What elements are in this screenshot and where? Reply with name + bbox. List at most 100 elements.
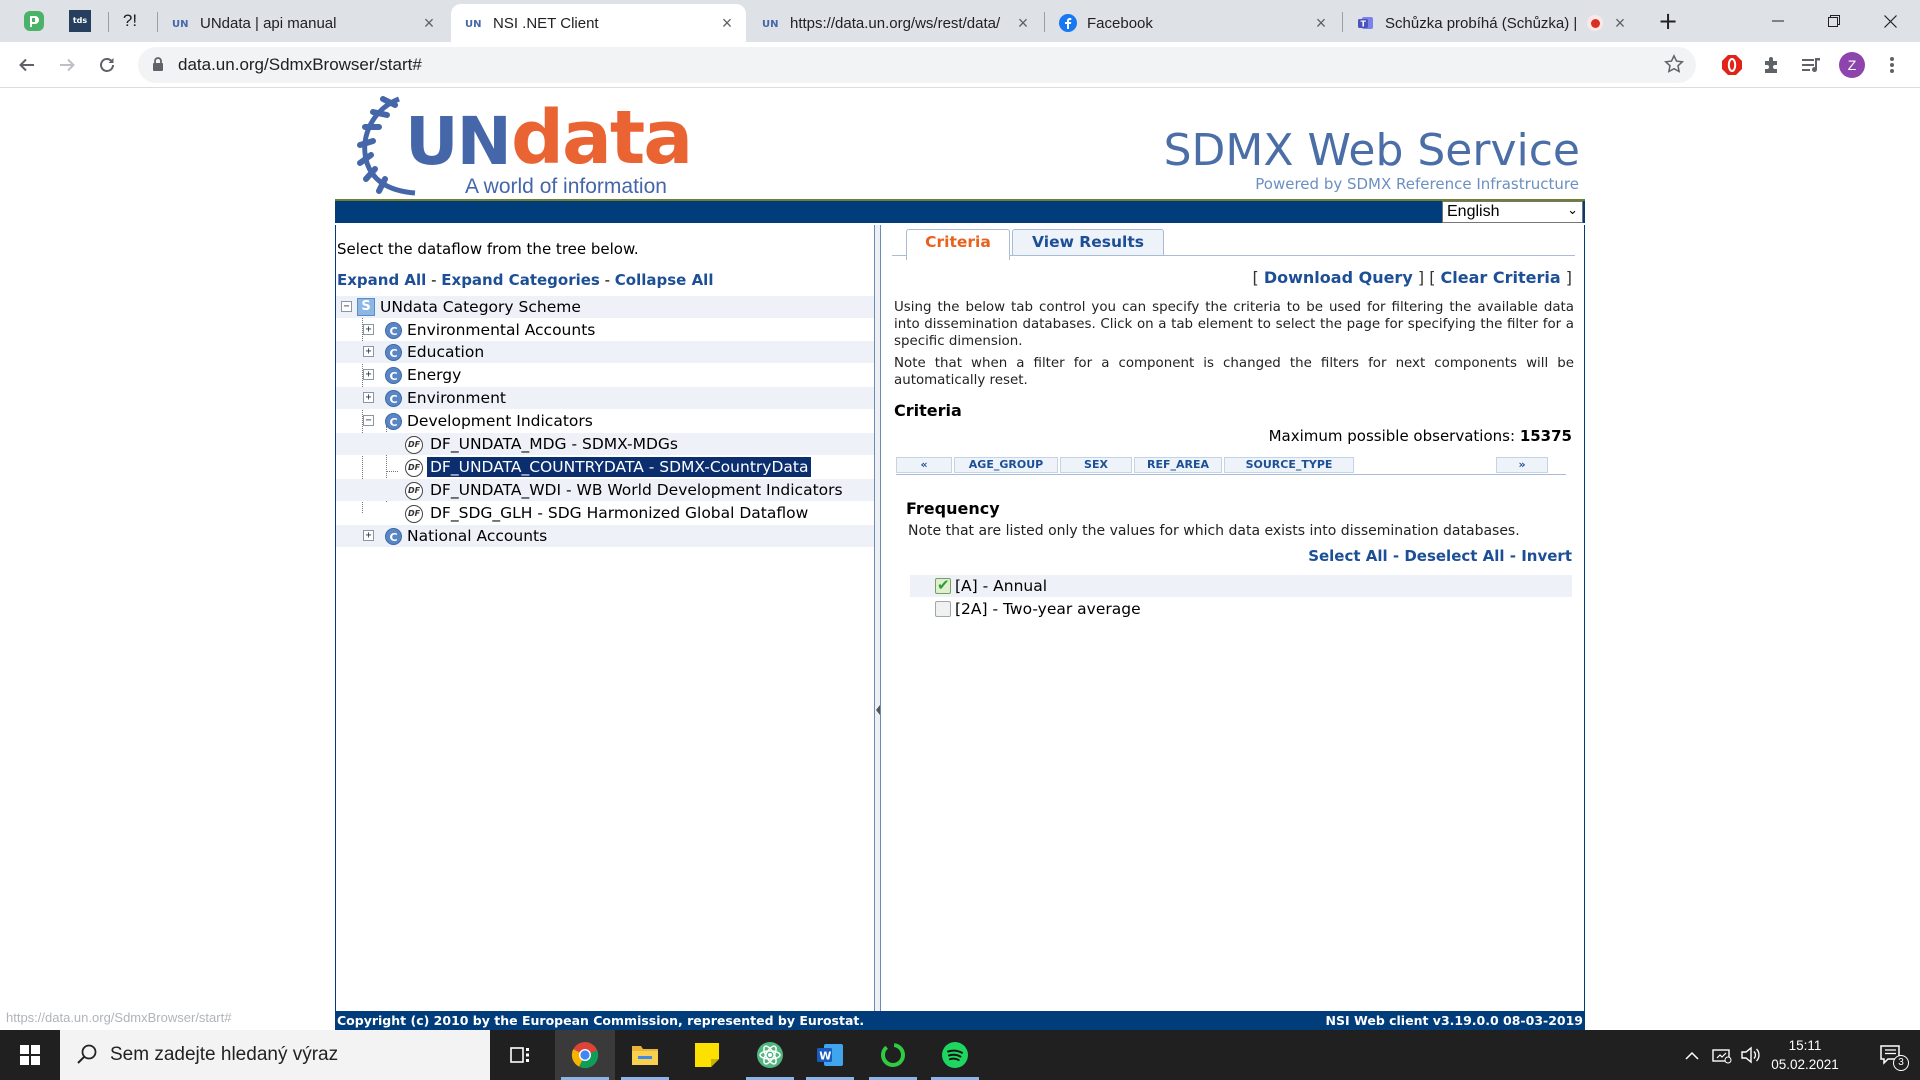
collapse-toggle-icon[interactable]: −: [363, 415, 374, 426]
atom-icon: [757, 1042, 783, 1068]
tree-category-label: Environmental Accounts: [407, 321, 596, 339]
tab-view-results[interactable]: View Results: [1012, 229, 1164, 255]
close-tab-icon[interactable]: ×: [718, 14, 736, 32]
separator: -: [426, 271, 442, 289]
taskbar-spotify[interactable]: [925, 1030, 985, 1080]
dimension-tab-source-type[interactable]: SOURCE_TYPE: [1224, 457, 1354, 473]
criteria-heading: Criteria: [894, 401, 962, 420]
tree-dataflow-sdg-glh[interactable]: DF DF_SDG_GLH - SDG Harmonized Global Da…: [336, 502, 874, 524]
tree-category-environmental-accounts[interactable]: + C Environmental Accounts: [336, 319, 874, 341]
expand-toggle-icon[interactable]: +: [363, 530, 374, 541]
opera-extension-button[interactable]: [1718, 51, 1746, 79]
back-button[interactable]: [11, 49, 43, 81]
close-tab-icon[interactable]: ×: [420, 14, 438, 32]
taskbar-chrome[interactable]: [555, 1030, 615, 1080]
bookmark-star-icon[interactable]: [1664, 54, 1684, 74]
dimension-tab-next[interactable]: »: [1496, 457, 1548, 473]
svg-text:UN: UN: [172, 19, 189, 30]
tab-nsi-net-client[interactable]: UN NSI .NET Client ×: [451, 4, 746, 42]
category-icon: C: [385, 367, 402, 384]
bracket: ]: [1565, 268, 1572, 287]
profile-button[interactable]: Z: [1838, 51, 1866, 79]
tree-category-national-accounts[interactable]: + C National Accounts: [336, 525, 874, 547]
expand-toggle-icon[interactable]: +: [363, 369, 374, 380]
network-button[interactable]: [1708, 1030, 1736, 1080]
bracket: [: [1252, 268, 1259, 287]
expand-toggle-icon[interactable]: +: [363, 346, 374, 357]
deselect-all-link[interactable]: Deselect All: [1404, 547, 1504, 565]
tab-data-un-ws-rest[interactable]: UN https://data.un.org/ws/rest/data/ ×: [748, 4, 1042, 42]
undata-logo[interactable]: UN data A world of information: [355, 93, 693, 198]
task-view-button[interactable]: [490, 1030, 550, 1080]
dimension-tab-age-group[interactable]: AGE_GROUP: [954, 457, 1058, 473]
collapse-all-link[interactable]: Collapse All: [615, 271, 714, 289]
taskbar-sticky-notes[interactable]: [677, 1030, 737, 1080]
dimension-tabs: « AGE_GROUP SEX REF_AREA SOURCE_TYPE »: [896, 457, 1566, 475]
system-clock[interactable]: 15:11 05.02.2021: [1760, 1036, 1850, 1074]
address-bar[interactable]: data.un.org/SdmxBrowser/start#: [138, 47, 1696, 83]
clear-criteria-link[interactable]: Clear Criteria: [1441, 268, 1561, 287]
reload-button[interactable]: [91, 49, 123, 81]
panel-splitter[interactable]: [875, 225, 881, 1011]
select-all-link[interactable]: Select All: [1308, 547, 1387, 565]
kebab-menu-icon: [1890, 57, 1894, 73]
invert-link[interactable]: Invert: [1521, 547, 1572, 565]
tab-undata-api-manual[interactable]: UN UNdata | api manual ×: [158, 4, 448, 42]
new-tab-button[interactable]: +: [1640, 0, 1696, 42]
tree-dataflow-countrydata[interactable]: DF DF_UNDATA_COUNTRYDATA - SDMX-CountryD…: [336, 456, 874, 478]
collapse-arrow-icon[interactable]: [876, 705, 880, 715]
tab-teams-meeting[interactable]: T Schůzka probíhá (Schůzka) | ×: [1343, 4, 1639, 42]
pinned-tab-tds[interactable]: tds: [60, 6, 100, 36]
tab-facebook[interactable]: Facebook ×: [1045, 4, 1340, 42]
svg-text:W: W: [819, 1050, 831, 1063]
browser-menu-button[interactable]: [1878, 51, 1906, 79]
dimension-tab-sex[interactable]: SEX: [1060, 457, 1132, 473]
checkbox-unchecked[interactable]: [935, 601, 951, 617]
start-button[interactable]: [0, 1030, 60, 1080]
tab-criteria[interactable]: Criteria: [906, 229, 1010, 260]
tree-category-energy[interactable]: + C Energy: [336, 364, 874, 386]
restore-button[interactable]: [1806, 0, 1862, 42]
frequency-option-two-year[interactable]: [2A] - Two-year average: [910, 598, 1572, 620]
tree-category-label: Education: [407, 343, 485, 361]
tree-category-development-indicators[interactable]: − C Development Indicators: [336, 410, 874, 432]
dimension-tab-ref-area[interactable]: REF_AREA: [1134, 457, 1222, 473]
expand-categories-link[interactable]: Expand Categories: [441, 271, 600, 289]
pinned-tab-pushbullet[interactable]: [14, 6, 54, 36]
dimension-tab-prev[interactable]: «: [896, 457, 952, 473]
tds-icon: tds: [69, 10, 91, 32]
taskbar-word[interactable]: W: [800, 1030, 860, 1080]
frequency-option-annual[interactable]: [A] - Annual: [910, 575, 1572, 597]
media-control-button[interactable]: [1798, 51, 1826, 79]
expand-toggle-icon[interactable]: +: [363, 392, 374, 403]
tree-dataflow-mdg[interactable]: DF DF_UNDATA_MDG - SDMX-MDGs: [336, 433, 874, 455]
tree-category-label: Energy: [407, 366, 462, 384]
tree-dataflow-wdi[interactable]: DF DF_UNDATA_WDI - WB World Development …: [336, 479, 874, 501]
language-select[interactable]: English ⌄: [1442, 201, 1583, 223]
show-hidden-icons-button[interactable]: [1678, 1030, 1706, 1080]
pinned-tab-question[interactable]: ?!: [110, 6, 150, 36]
taskbar-atom[interactable]: [740, 1030, 800, 1080]
minimize-button[interactable]: [1750, 0, 1806, 42]
notification-center-button[interactable]: 3: [1866, 1030, 1916, 1080]
close-tab-icon[interactable]: ×: [1014, 14, 1032, 32]
download-query-link[interactable]: Download Query: [1264, 268, 1413, 287]
reload-icon: [100, 58, 114, 72]
forward-button[interactable]: [51, 49, 83, 81]
taskbar-search-box[interactable]: Sem zadejte hledaný výraz: [60, 1030, 490, 1080]
collapse-toggle-icon[interactable]: −: [341, 301, 352, 312]
close-tab-icon[interactable]: ×: [1611, 14, 1629, 32]
expand-toggle-icon[interactable]: +: [363, 324, 374, 335]
expand-all-link[interactable]: Expand All: [337, 271, 426, 289]
close-tab-icon[interactable]: ×: [1312, 14, 1330, 32]
header-bar: English ⌄: [335, 199, 1585, 223]
tree-category-environment[interactable]: + C Environment: [336, 387, 874, 409]
tree-root[interactable]: − S UNdata Category Scheme: [336, 296, 874, 318]
close-window-button[interactable]: [1862, 0, 1918, 42]
extensions-button[interactable]: [1758, 51, 1786, 79]
tree-category-education[interactable]: + C Education: [336, 341, 874, 363]
max-observations-value: 15375: [1519, 427, 1572, 445]
taskbar-circle-app[interactable]: [863, 1030, 923, 1080]
checkbox-checked[interactable]: [935, 576, 951, 594]
taskbar-file-explorer[interactable]: [615, 1030, 675, 1080]
